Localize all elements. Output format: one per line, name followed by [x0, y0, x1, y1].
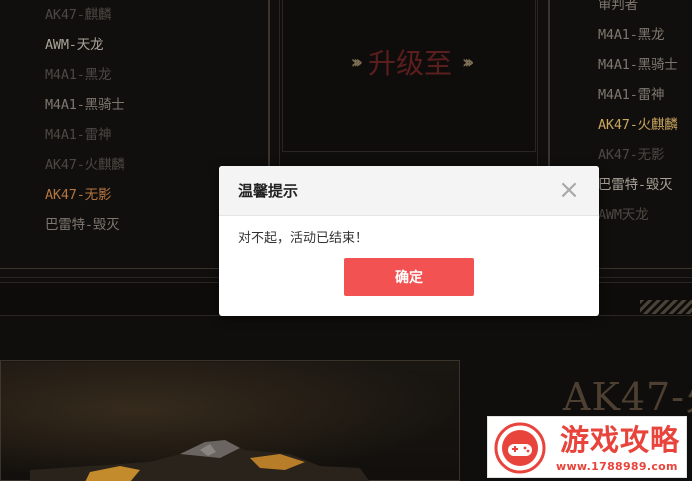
- right_list-item[interactable]: AK47-火麒麟: [598, 110, 678, 140]
- right_list-item[interactable]: 巴雷特-毁灭: [598, 170, 678, 200]
- notice-dialog: 温馨提示 × 对不起，活动已结束！ 确定: [219, 166, 599, 316]
- left_list-item[interactable]: 巴雷特-毁灭: [45, 210, 125, 240]
- upgrade-banner: ››› 升级至 ›››: [300, 40, 520, 84]
- left_list-item[interactable]: AWM-天龙: [45, 30, 125, 60]
- right_list-item[interactable]: M4A1-黑骑士: [598, 50, 678, 80]
- close-icon[interactable]: ×: [557, 177, 581, 203]
- right_list-item[interactable]: AWM天龙: [598, 200, 678, 230]
- featured-weapon-title: AK47-火: [563, 375, 692, 419]
- chevrons-right-icon: ›››: [462, 51, 474, 73]
- left_list-item[interactable]: M4A1-黑龙: [45, 60, 125, 90]
- event-page-background: AK47-麒麟 AWM-天龙 M4A1-黑龙 M4A1-黑骑士 M4A1-雷神 AK47-…: [0, 0, 692, 481]
- site-watermark: 游戏攻略 www.1788989.com: [487, 416, 687, 478]
- left_list-item[interactable]: AK47-火麒麟: [45, 150, 125, 180]
- upgrade-label: 升级至: [367, 47, 452, 80]
- right_list-item[interactable]: 审判者: [598, 0, 678, 20]
- dialog-header: 温馨提示 ×: [219, 166, 599, 216]
- dialog-message: 对不起，活动已结束！: [238, 231, 369, 246]
- gamepad-logo-icon: [494, 422, 546, 474]
- hazard-stripes: [640, 300, 692, 314]
- right_list-item[interactable]: AK47-无影: [598, 140, 678, 170]
- ak47-weapon-image: [30, 440, 370, 481]
- left_list-item[interactable]: M4A1-雷神: [45, 120, 125, 150]
- right_list-item[interactable]: M4A1-雷神: [598, 80, 678, 110]
- watermark-site-name: 游戏攻略: [560, 423, 681, 457]
- dialog-title: 温馨提示: [238, 182, 299, 200]
- left_list-item[interactable]: AK47-无影: [45, 180, 125, 210]
- confirm-button[interactable]: 确定: [344, 258, 474, 296]
- right_list-item[interactable]: M4A1-黑龙: [598, 20, 678, 50]
- left_list-item[interactable]: M4A1-黑骑士: [45, 90, 125, 120]
- chevrons-left-icon: ›››: [350, 51, 363, 73]
- left-weapon-list: AK47-麒麟 AWM-天龙 M4A1-黑龙 M4A1-黑骑士 M4A1-雷神 AK47-…: [45, 0, 125, 240]
- right-weapon-list: 审判者 M4A1-黑龙 M4A1-黑骑士 M4A1-雷神 AK47-火麒麟 AK47-无影…: [598, 0, 678, 230]
- left_list-item[interactable]: AK47-麒麟: [45, 0, 125, 30]
- watermark-url: www.1788989.com: [556, 460, 678, 473]
